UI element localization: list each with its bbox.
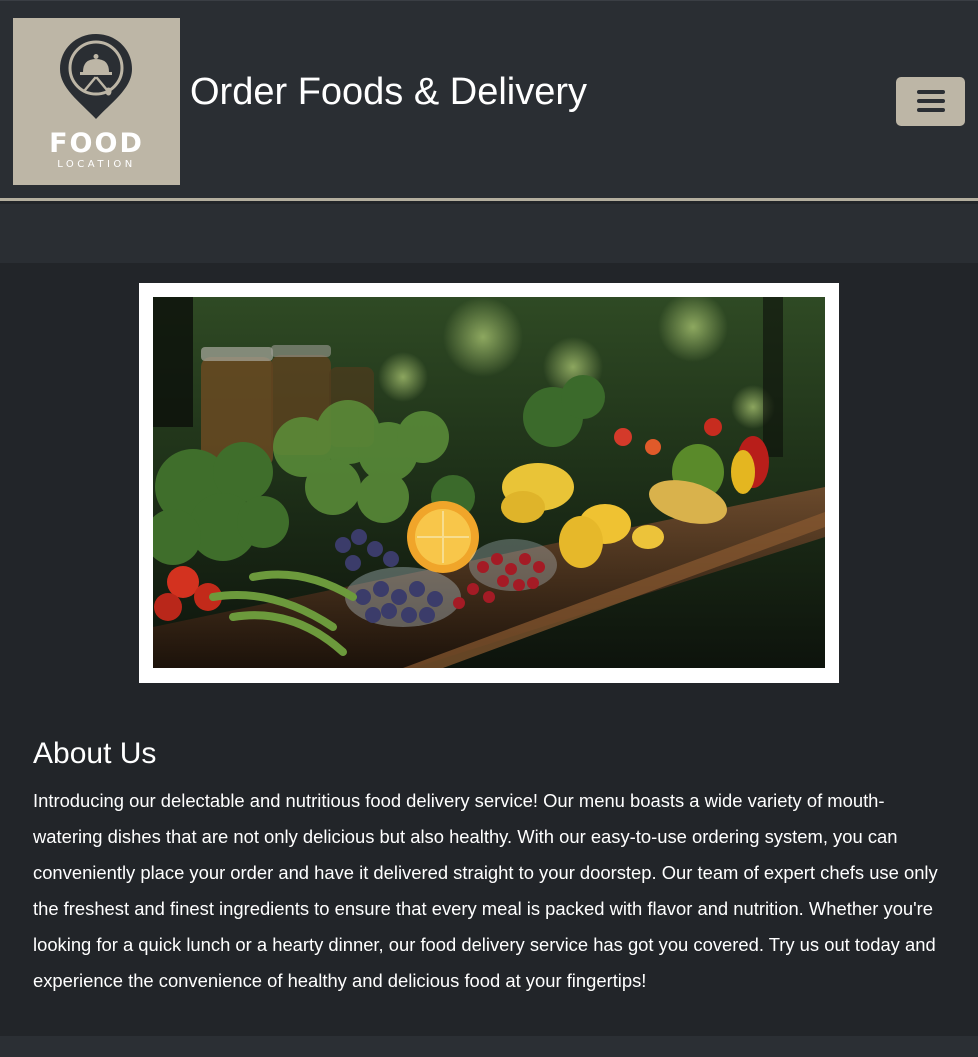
logo-word-location: LOCATION [57,159,136,170]
hero-image-frame [139,283,839,683]
location-pin-icon [60,34,132,119]
nav-subbar [0,204,978,263]
hamburger-menu-button[interactable] [896,77,965,126]
site-header: FOOD LOCATION Order Foods & Delivery [0,0,978,201]
footer-bar [0,1036,978,1057]
food-location-logo[interactable]: FOOD LOCATION [13,18,180,185]
site-title: Order Foods & Delivery [190,71,588,113]
hamburger-icon-bar [917,99,945,103]
about-us-body: Introducing our delectable and nutritiou… [33,790,938,991]
logo-word-food: FOOD [49,128,144,159]
hamburger-icon [917,90,945,94]
about-us-heading: About Us [33,737,157,770]
fresh-produce-photo [153,297,825,668]
hamburger-icon-bar [917,108,945,112]
produce-illustration [153,297,825,668]
